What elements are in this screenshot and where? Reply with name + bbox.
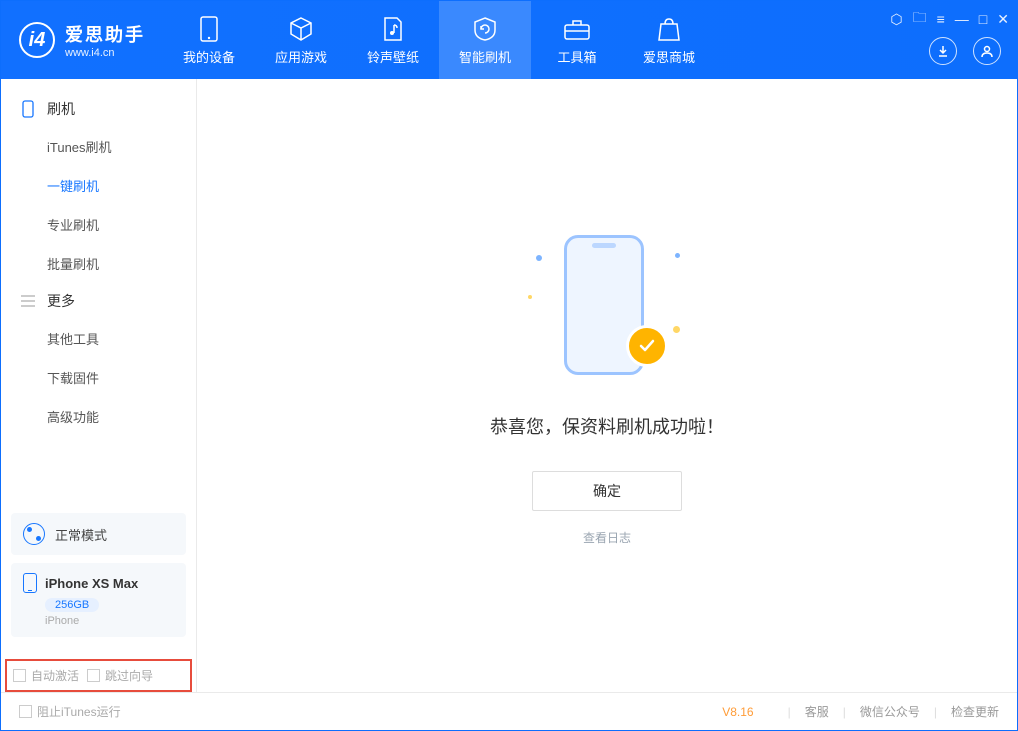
success-illustration <box>542 225 672 385</box>
separator: | <box>934 705 937 719</box>
sidebar-item-advanced[interactable]: 高级功能 <box>1 397 196 436</box>
group-title: 更多 <box>47 291 75 311</box>
list-icon <box>19 292 37 310</box>
highlighted-options: 自动激活 跳过向导 <box>5 659 192 692</box>
footer: 阻止iTunes运行 V8.16 | 客服 | 微信公众号 | 检查更新 <box>1 692 1017 730</box>
decor-dot <box>528 295 532 299</box>
phone-icon <box>19 100 37 118</box>
maximize-button[interactable]: □ <box>979 11 987 27</box>
device-box[interactable]: iPhone XS Max 256GB iPhone <box>11 563 186 637</box>
shirt-icon[interactable]: ⬡ <box>890 11 902 28</box>
confirm-button[interactable]: 确定 <box>532 471 682 511</box>
device-name-row: iPhone XS Max <box>23 573 174 593</box>
music-file-icon <box>382 15 404 43</box>
checkbox-icon <box>19 705 32 718</box>
app-name-en: www.i4.cn <box>65 47 145 59</box>
close-button[interactable]: ✕ <box>997 11 1009 28</box>
mode-icon <box>23 523 45 545</box>
tab-label: 智能刷机 <box>459 47 511 66</box>
tab-apps-games[interactable]: 应用游戏 <box>255 1 347 79</box>
footer-link-support[interactable]: 客服 <box>805 703 829 720</box>
sidebar-item-download-firmware[interactable]: 下载固件 <box>1 358 196 397</box>
decor-dot <box>673 326 680 333</box>
minimize-button[interactable]: — <box>955 11 969 27</box>
checkbox-label: 阻止iTunes运行 <box>37 703 121 720</box>
checkbox-icon <box>13 669 26 682</box>
checkbox-block-itunes[interactable]: 阻止iTunes运行 <box>19 703 121 720</box>
separator: | <box>788 705 791 719</box>
phone-icon <box>23 573 37 593</box>
logo-icon: i4 <box>19 22 55 58</box>
sidebar-item-other-tools[interactable]: 其他工具 <box>1 319 196 358</box>
top-tabs: 我的设备 应用游戏 铃声壁纸 智能刷机 工具箱 爱思商城 <box>163 1 715 79</box>
tab-label: 工具箱 <box>557 47 596 66</box>
tab-toolbox[interactable]: 工具箱 <box>531 1 623 79</box>
check-badge-icon <box>626 325 668 367</box>
bag-icon <box>657 15 681 43</box>
window-controls: ⬡ 🗀 ≡ — □ ✕ <box>890 7 1009 31</box>
mode-label: 正常模式 <box>55 525 107 544</box>
decor-dot <box>675 253 680 258</box>
toolbox-icon <box>563 15 591 43</box>
device-icon <box>200 15 218 43</box>
tab-label: 爱思商城 <box>643 47 695 66</box>
tab-label: 应用游戏 <box>275 47 327 66</box>
sidebar-item-itunes-flash[interactable]: iTunes刷机 <box>1 127 196 166</box>
tab-label: 我的设备 <box>183 47 235 66</box>
main-content: 恭喜您，保资料刷机成功啦！ 确定 查看日志 <box>197 79 1017 692</box>
sidebar-group-flash: 刷机 <box>1 91 196 127</box>
mode-box[interactable]: 正常模式 <box>11 513 186 555</box>
tab-store[interactable]: 爱思商城 <box>623 1 715 79</box>
tab-label: 铃声壁纸 <box>367 47 419 66</box>
decor-dot <box>536 255 542 261</box>
footer-link-update[interactable]: 检查更新 <box>951 703 999 720</box>
app-name-cn: 爱思助手 <box>65 21 145 47</box>
header-right-actions <box>929 37 1001 65</box>
lock-icon[interactable]: 🗀 <box>913 7 927 31</box>
checkbox-icon <box>87 669 100 682</box>
checkbox-label: 自动激活 <box>31 667 79 684</box>
sidebar-item-pro-flash[interactable]: 专业刷机 <box>1 205 196 244</box>
tab-smart-flash[interactable]: 智能刷机 <box>439 1 531 79</box>
group-title: 刷机 <box>47 99 75 119</box>
checkbox-auto-activate[interactable]: 自动激活 <box>13 667 79 684</box>
device-type: iPhone <box>45 615 174 627</box>
separator: | <box>843 705 846 719</box>
download-button[interactable] <box>929 37 957 65</box>
storage-badge: 256GB <box>45 598 99 612</box>
logo: i4 爱思助手 www.i4.cn <box>1 21 163 59</box>
tab-my-device[interactable]: 我的设备 <box>163 1 255 79</box>
view-log-link[interactable]: 查看日志 <box>583 529 631 546</box>
version-label: V8.16 <box>722 705 753 719</box>
footer-link-wechat[interactable]: 微信公众号 <box>860 703 920 720</box>
sidebar: 刷机 iTunes刷机 一键刷机 专业刷机 批量刷机 更多 其他工具 下载固件 … <box>1 79 197 692</box>
body: 刷机 iTunes刷机 一键刷机 专业刷机 批量刷机 更多 其他工具 下载固件 … <box>1 79 1017 692</box>
sidebar-nav: 刷机 iTunes刷机 一键刷机 专业刷机 批量刷机 更多 其他工具 下载固件 … <box>1 79 196 503</box>
sidebar-item-batch-flash[interactable]: 批量刷机 <box>1 244 196 283</box>
user-button[interactable] <box>973 37 1001 65</box>
sidebar-group-more: 更多 <box>1 283 196 319</box>
tab-ringtone-wallpaper[interactable]: 铃声壁纸 <box>347 1 439 79</box>
device-name: iPhone XS Max <box>45 576 138 591</box>
success-message: 恭喜您，保资料刷机成功啦！ <box>490 413 724 439</box>
menu-icon[interactable]: ≡ <box>937 11 945 27</box>
sidebar-bottom: 正常模式 iPhone XS Max 256GB iPhone <box>1 503 196 655</box>
cube-icon <box>288 15 314 43</box>
checkbox-label: 跳过向导 <box>105 667 153 684</box>
refresh-shield-icon <box>472 15 498 43</box>
checkbox-skip-guide[interactable]: 跳过向导 <box>87 667 153 684</box>
logo-text: 爱思助手 www.i4.cn <box>65 21 145 59</box>
sidebar-item-onekey-flash[interactable]: 一键刷机 <box>1 166 196 205</box>
app-window: i4 爱思助手 www.i4.cn 我的设备 应用游戏 铃声壁纸 智能刷机 <box>0 0 1018 731</box>
header: i4 爱思助手 www.i4.cn 我的设备 应用游戏 铃声壁纸 智能刷机 <box>1 1 1017 79</box>
